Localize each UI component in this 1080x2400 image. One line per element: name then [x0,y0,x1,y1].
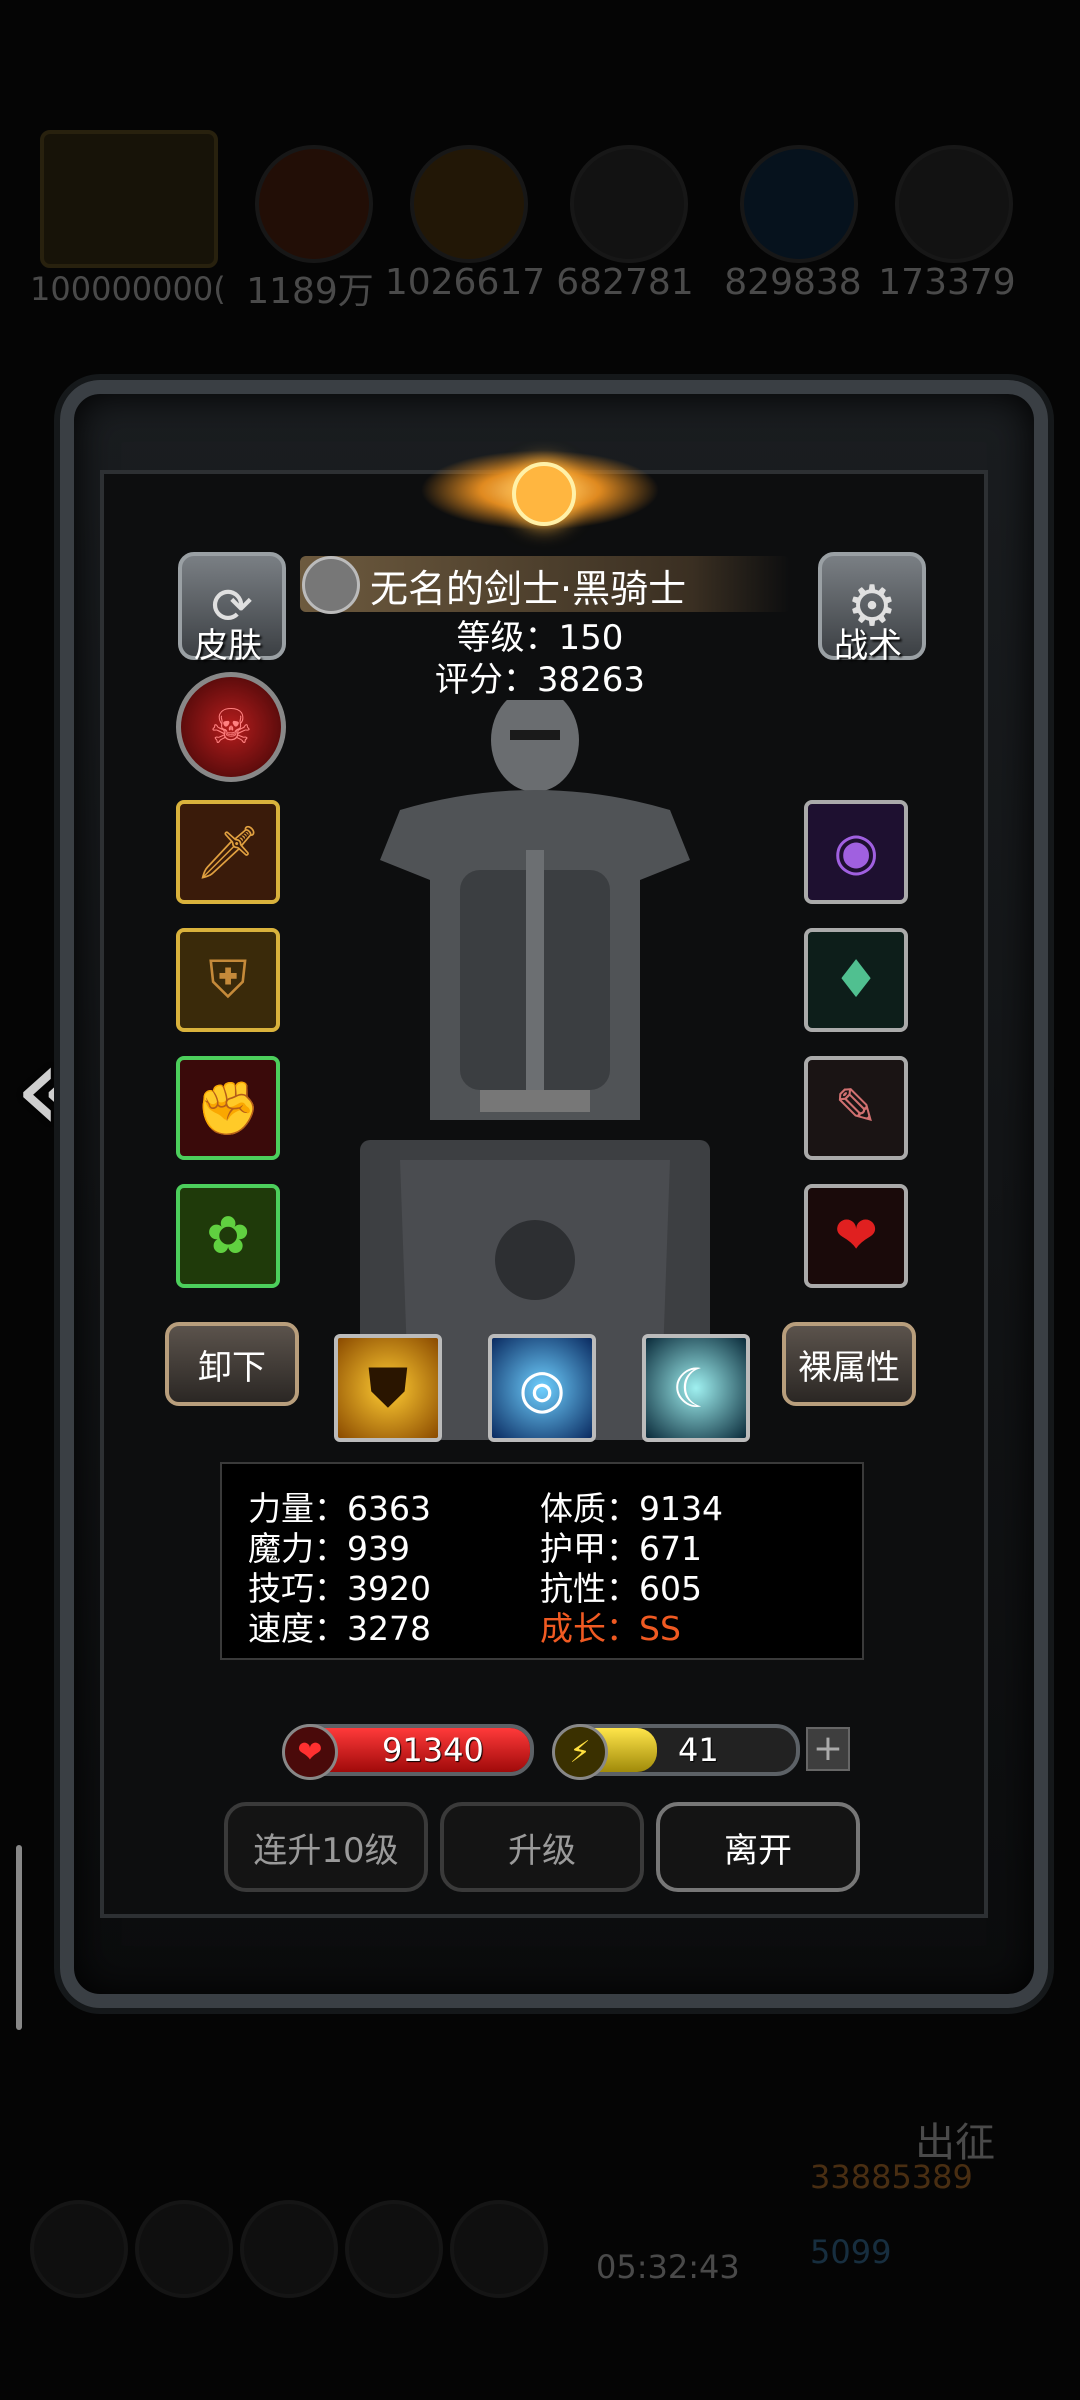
unequip-button[interactable]: 卸下 [165,1322,299,1406]
equip-slot-trinket[interactable]: ✿ [176,1184,280,1288]
equip-slot-orb[interactable]: ◉ [804,800,908,904]
skill-slot-1[interactable]: ⛊ [334,1334,442,1442]
add-energy-button[interactable]: + [806,1727,850,1771]
resource-icon [255,145,373,263]
equip-slot-armor[interactable]: ⛨ [176,928,280,1032]
stat-speed: 速度：3278 [248,1609,431,1648]
equip-slot-gloves[interactable]: ✊ [176,1056,280,1160]
gold-value: 33885389 [810,2158,973,2196]
resource-icon [895,145,1013,263]
gem-value: 5099 [810,2233,892,2271]
dark-orb-icon: ◉ [833,822,879,882]
menu-icon [30,2200,128,2298]
timer: 05:32:43 [596,2248,740,2286]
energy-value: 41 [678,1731,719,1769]
equip-slot-crystal[interactable]: ♦ [804,928,908,1032]
heart-icon: ❤ [282,1724,338,1780]
hp-value: 91340 [382,1731,484,1769]
equip-slot-weapon[interactable]: 🗡 [176,800,280,904]
leave-button[interactable]: 离开 [656,1802,860,1892]
hero-score: 评分：38263 [434,660,646,700]
stat-growth: 成长：SS [540,1609,681,1648]
menu-icon [135,2200,233,2298]
level-up-button[interactable]: 升级 [440,1802,644,1892]
lightning-icon: ⚡ [552,1724,608,1780]
resource-value: 100000000( [30,270,226,308]
menu-icon [345,2200,443,2298]
resource-value: 1026617 [384,262,546,303]
equip-slot-feather[interactable]: ✎ [804,1056,908,1160]
resource-value: 682781 [556,262,694,303]
slash-icon: ☾ [671,1356,721,1420]
menu-icon [450,2200,548,2298]
trinket-icon: ✿ [206,1206,250,1266]
sword-icon: 🗡 [194,822,261,883]
emblem-icon [420,450,660,530]
crystal-icon: ♦ [832,950,880,1010]
gauntlet-icon: ✊ [195,1078,261,1139]
menu-icon [240,2200,338,2298]
resource-value: 1189万 [246,271,374,312]
resource-icon [570,145,688,263]
base-attributes-button[interactable]: 裸属性 [782,1322,916,1406]
feather-icon: ✎ [834,1078,878,1138]
hero-name: 无名的剑士·黑骑士 [370,567,687,611]
skill-slot-2[interactable]: ◎ [488,1334,596,1442]
resource-value: 829838 [724,262,862,303]
knight-portrait [360,700,710,1440]
heart-gem-icon: ❤ [834,1206,878,1266]
equip-slot-heart[interactable]: ❤ [804,1184,908,1288]
demon-class-icon[interactable]: ☠ [176,672,286,782]
scroll-indicator [16,1845,22,2030]
resource-icon [740,145,858,263]
resource-icon [410,145,528,263]
shield-flame-icon: ⛊ [367,1356,409,1419]
crown-icon [40,130,218,268]
rank-medal-icon [302,556,360,614]
armor-icon: ⛨ [208,949,248,1010]
resource-value: 173379 [878,262,1016,303]
level-up-10-button[interactable]: 连升10级 [224,1802,428,1892]
skill-slot-3[interactable]: ☾ [642,1334,750,1442]
eye-icon: ◎ [518,1356,566,1420]
